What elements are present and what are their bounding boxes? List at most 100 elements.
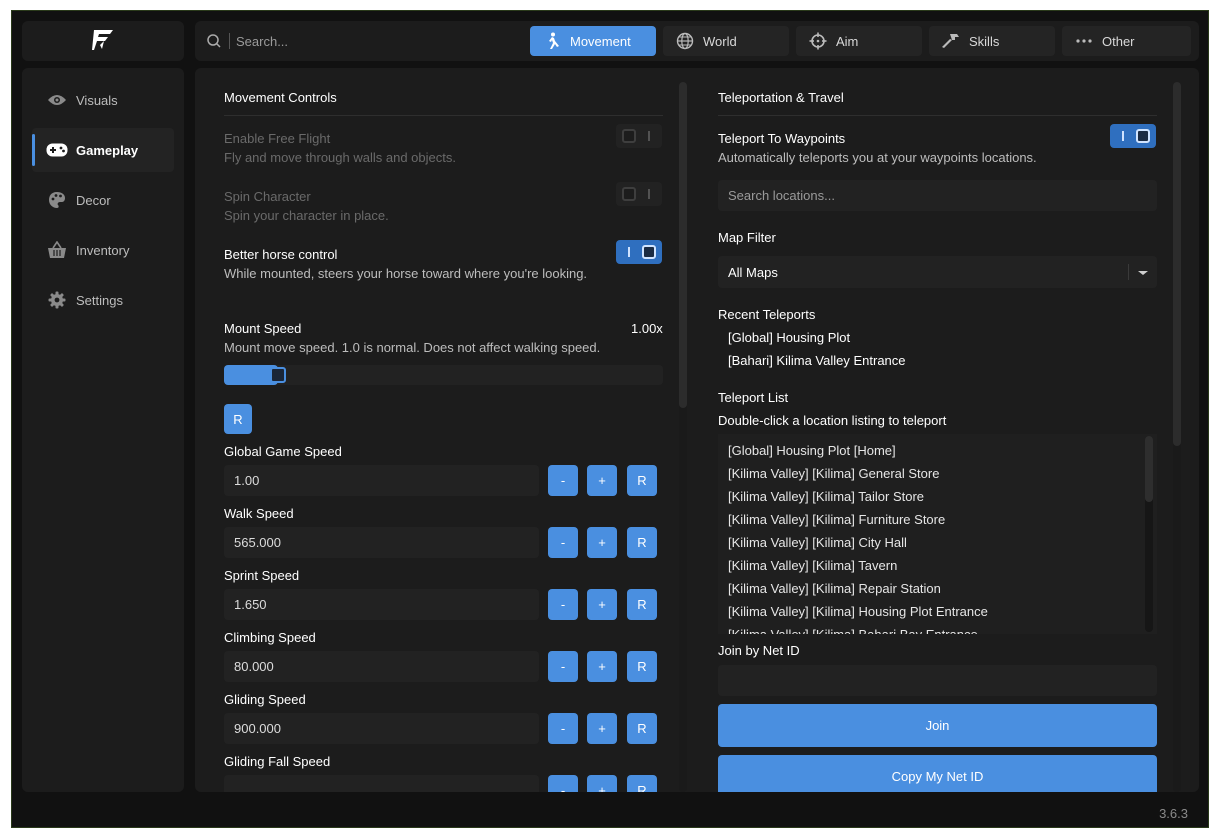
tab-movement[interactable]: Movement (530, 26, 656, 56)
tab-aim[interactable]: Aim (796, 26, 922, 56)
tab-world[interactable]: World (663, 26, 789, 56)
teleport-list[interactable]: [Global] Housing Plot [Home] [Kilima Vall… (718, 434, 1157, 634)
sidebar-item-gameplay[interactable]: Gameplay (32, 128, 174, 172)
reset-button[interactable]: R (627, 651, 657, 682)
copy-net-id-button[interactable]: Copy My Net ID (718, 755, 1157, 792)
speed-value-input[interactable]: 900.000 (224, 713, 539, 744)
scrollbar-thumb[interactable] (1173, 82, 1181, 446)
recent-item[interactable]: [Bahari] Kilima Valley Entrance (728, 353, 906, 368)
speed-label: Global Game Speed (224, 444, 342, 459)
teleport-list-item[interactable]: [Kilima Valley] [Kilima] Repair Station (728, 581, 941, 596)
teleport-list-item[interactable]: [Kilima Valley] [Kilima] Bahari Bay Entr… (728, 627, 978, 634)
search-input[interactable]: Search... (236, 34, 288, 49)
sidebar-item-label: Gameplay (76, 142, 139, 158)
sidebar-item-inventory[interactable]: Inventory (32, 228, 174, 272)
increment-button[interactable]: + (587, 775, 617, 792)
horse-control-desc: While mounted, steers your horse toward … (224, 266, 588, 281)
speed-value-input[interactable] (224, 775, 539, 792)
net-id-input[interactable] (718, 665, 1157, 696)
gear-icon (46, 289, 68, 311)
sidebar-item-label: Visuals (76, 92, 118, 108)
top-nav-bar: Search... Movement World Aim Skills Othe… (195, 21, 1199, 61)
dots-icon (1074, 31, 1094, 51)
speed-value-input[interactable]: 1.650 (224, 589, 539, 620)
tab-other[interactable]: Other (1062, 26, 1191, 56)
horse-control-toggle[interactable] (616, 240, 662, 264)
list-scrollbar[interactable] (1145, 436, 1153, 632)
decrement-button[interactable]: - (548, 527, 578, 558)
reset-button[interactable]: R (627, 465, 657, 496)
speed-label: Walk Speed (224, 506, 294, 521)
location-search-input[interactable]: Search locations... (718, 180, 1157, 211)
free-flight-desc: Fly and move through walls and objects. (224, 150, 456, 165)
speed-label: Gliding Speed (224, 692, 306, 707)
increment-button[interactable]: + (587, 713, 617, 744)
teleport-list-item[interactable]: [Kilima Valley] [Kilima] Housing Plot En… (728, 604, 988, 619)
spin-character-toggle[interactable] (616, 182, 662, 206)
decrement-button[interactable]: - (548, 713, 578, 744)
sidebar-item-visuals[interactable]: Visuals (32, 78, 174, 122)
decrement-button[interactable]: - (548, 775, 578, 792)
teleport-list-item[interactable]: [Kilima Valley] [Kilima] Furniture Store (728, 512, 945, 527)
increment-button[interactable]: + (587, 465, 617, 496)
teleport-list-item[interactable]: [Global] Housing Plot [Home] (728, 443, 896, 458)
sidebar-item-settings[interactable]: Settings (32, 278, 174, 322)
decrement-button[interactable]: - (548, 651, 578, 682)
sidebar-item-decor[interactable]: Decor (32, 178, 174, 222)
teleport-list-item[interactable]: [Kilima Valley] [Kilima] Tailor Store (728, 489, 924, 504)
divider (224, 115, 663, 116)
teleport-list-hint: Double-click a location listing to telep… (718, 413, 947, 428)
speed-value-input[interactable]: 1.00 (224, 465, 539, 496)
speed-label: Climbing Speed (224, 630, 316, 645)
gamepad-icon (46, 139, 68, 161)
reset-button[interactable]: R (627, 589, 657, 620)
search-icon (203, 30, 225, 52)
sidebar-item-label: Settings (76, 292, 123, 308)
waypoints-toggle[interactable] (1110, 124, 1156, 148)
mount-speed-desc: Mount move speed. 1.0 is normal. Does no… (224, 340, 601, 355)
horse-control-title: Better horse control (224, 247, 338, 262)
tab-label: World (703, 33, 737, 49)
slider-handle[interactable] (270, 367, 286, 383)
mount-speed-slider[interactable] (224, 365, 663, 385)
recent-item[interactable]: [Global] Housing Plot (728, 330, 850, 345)
increment-button[interactable]: + (587, 527, 617, 558)
scrollbar-thumb[interactable] (679, 82, 687, 408)
globe-icon (675, 31, 695, 51)
teleport-list-item[interactable]: [Kilima Valley] [Kilima] City Hall (728, 535, 907, 550)
speed-value-input[interactable]: 80.000 (224, 651, 539, 682)
join-button[interactable]: Join (718, 704, 1157, 747)
walking-person-icon (542, 31, 562, 51)
reset-button[interactable]: R (627, 527, 657, 558)
search-box[interactable]: Search... (203, 26, 523, 56)
scrollbar-thumb[interactable] (1145, 436, 1153, 502)
waypoints-desc: Automatically teleports you at your wayp… (718, 150, 1037, 165)
content-panel: Movement Controls Enable Free Flight Fly… (195, 68, 1199, 792)
tab-label: Aim (836, 33, 859, 49)
teleport-list-item[interactable]: [Kilima Valley] [Kilima] General Store (728, 466, 939, 481)
recent-teleports-label: Recent Teleports (718, 307, 816, 322)
teleport-list-item[interactable]: [Kilima Valley] [Kilima] Tavern (728, 558, 897, 573)
map-filter-select[interactable]: All Maps (718, 256, 1157, 288)
tab-skills[interactable]: Skills (929, 26, 1055, 56)
version-label: 3.6.3 (1159, 806, 1188, 821)
increment-button[interactable]: + (587, 651, 617, 682)
brand-logo-icon (91, 27, 115, 56)
palette-icon (46, 189, 68, 211)
right-scrollbar[interactable] (1173, 82, 1181, 792)
basket-icon (46, 239, 68, 261)
left-scrollbar[interactable] (679, 82, 687, 792)
logo-panel (22, 21, 184, 61)
decrement-button[interactable]: - (548, 589, 578, 620)
tab-label: Skills (969, 33, 1000, 49)
mount-speed-reset-button[interactable]: R (224, 404, 252, 434)
tab-label: Other (1102, 33, 1135, 49)
decrement-button[interactable]: - (548, 465, 578, 496)
hammer-icon (941, 31, 961, 51)
map-filter-label: Map Filter (718, 230, 776, 245)
increment-button[interactable]: + (587, 589, 617, 620)
reset-button[interactable]: R (627, 713, 657, 744)
reset-button[interactable]: R (627, 775, 657, 792)
free-flight-toggle[interactable] (616, 124, 662, 148)
speed-value-input[interactable]: 565.000 (224, 527, 539, 558)
